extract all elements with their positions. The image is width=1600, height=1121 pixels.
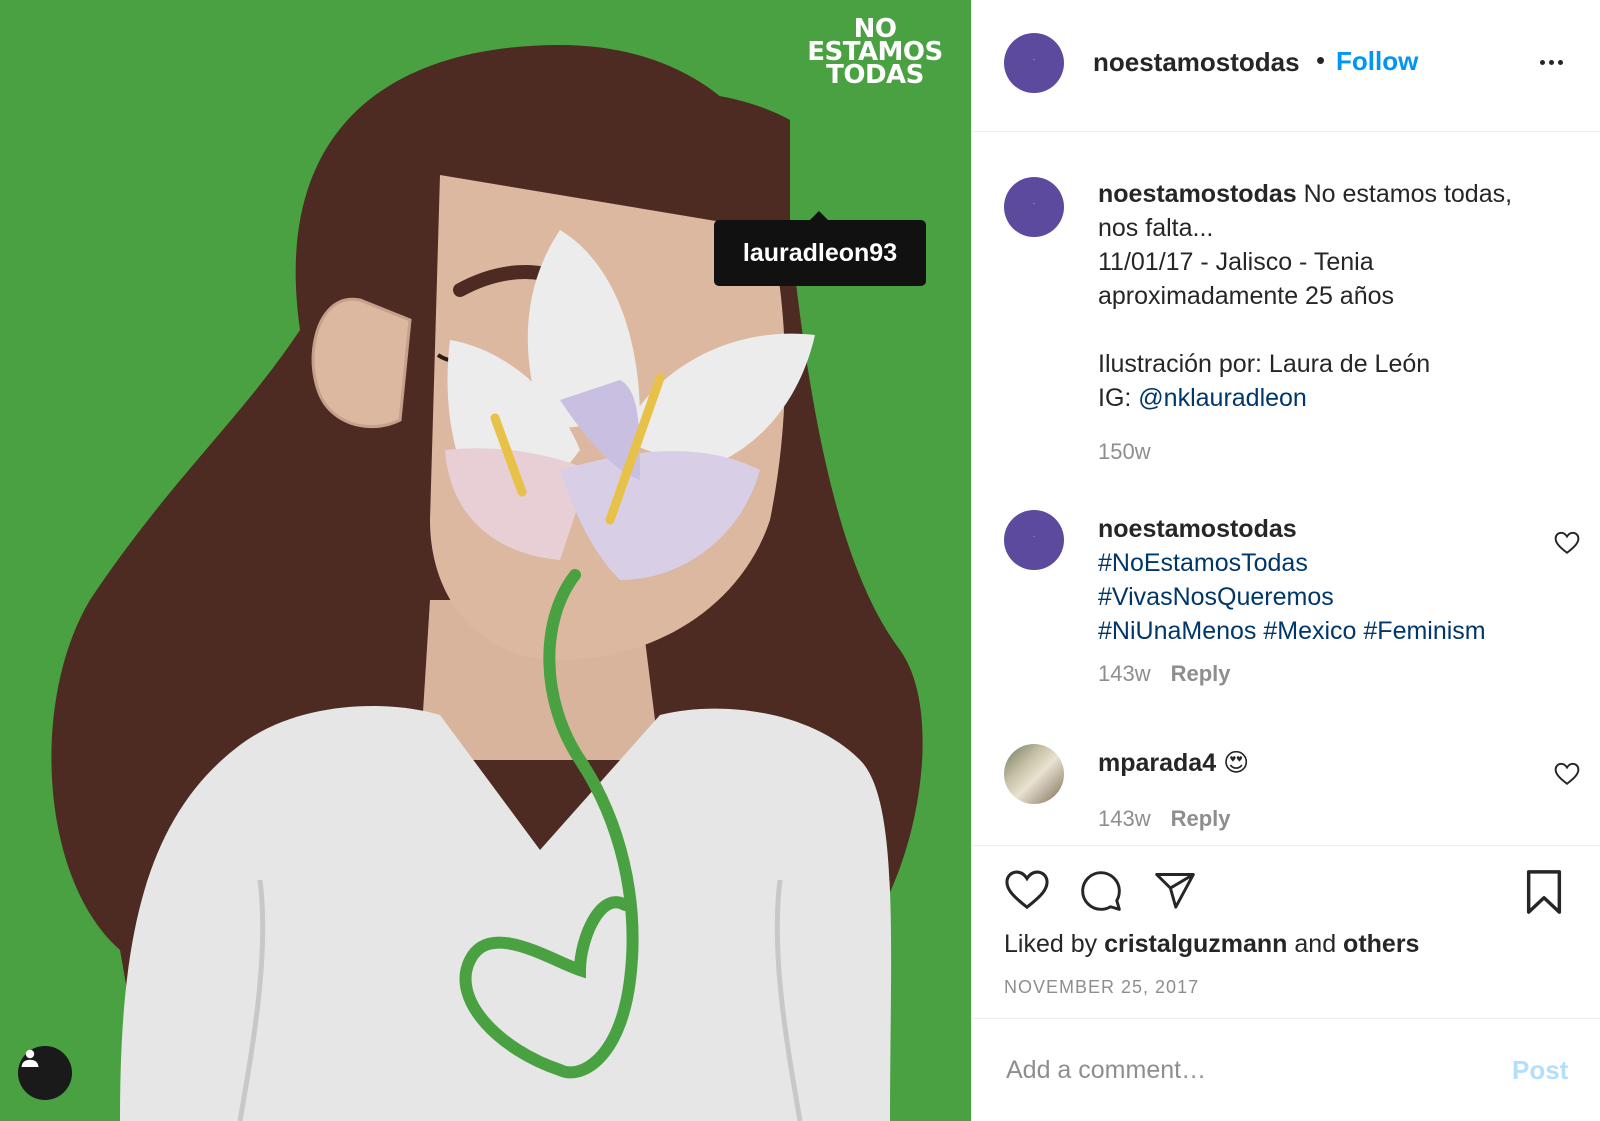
avatar[interactable] — [1004, 744, 1064, 804]
comment-meta: 143w Reply — [1098, 806, 1231, 832]
hashtag-line[interactable]: #NoEstamosTodas — [1098, 546, 1538, 580]
follow-button[interactable]: Follow — [1336, 46, 1418, 77]
share-paper-plane-icon[interactable] — [1152, 869, 1198, 913]
caption-line: nos falta... — [1098, 214, 1214, 242]
post-comment-button[interactable]: Post — [1512, 1055, 1568, 1086]
hashtag-line[interactable]: #NiUnaMenos #Mexico #Feminism — [1098, 614, 1538, 648]
tagged-users-button[interactable] — [18, 1046, 72, 1100]
and-label: and — [1287, 930, 1344, 958]
caption-text: noestamostodas No estamos todas, nos fal… — [1098, 177, 1578, 415]
save-bookmark-icon[interactable] — [1524, 869, 1564, 915]
header-username[interactable]: noestamostodas — [1093, 47, 1300, 78]
post-date[interactable]: NOVEMBER 25, 2017 — [1004, 977, 1199, 998]
likes-summary: Liked by cristalguzmann and others — [1004, 930, 1419, 959]
user-tag-tooltip[interactable]: lauradleon93 — [714, 211, 926, 286]
user-tag-label: lauradleon93 — [742, 238, 898, 267]
ig-handle-link[interactable]: @nklauradleon — [1138, 384, 1307, 412]
like-comment-heart-icon[interactable] — [1554, 531, 1580, 555]
avatar[interactable]: · — [1004, 33, 1064, 93]
caption-line: aproximadamente 25 años — [1098, 282, 1395, 310]
emoji: 😍 — [1223, 749, 1250, 777]
like-comment-heart-icon[interactable] — [1554, 762, 1580, 786]
caption-line: No estamos todas, — [1296, 180, 1513, 208]
reply-button[interactable]: Reply — [1171, 661, 1231, 686]
comment-body: noestamostodas #NoEstamosTodas #VivasNos… — [1098, 512, 1538, 648]
caption-username[interactable]: noestamostodas — [1098, 180, 1297, 208]
comment-meta: 143w Reply — [1098, 661, 1231, 687]
post-header: · noestamostodas • Follow — [972, 0, 1600, 132]
avatar[interactable]: · — [1004, 177, 1064, 237]
hashtag-line[interactable]: #VivasNosQueremos — [1098, 580, 1538, 614]
comment-bubble-icon[interactable] — [1078, 869, 1124, 913]
logo-line-3: TODAS — [826, 60, 924, 90]
separator-dot: • — [1316, 45, 1326, 75]
add-comment-section: Post — [972, 1018, 1600, 1121]
person-icon — [21, 1049, 39, 1067]
liked-by-prefix: Liked by — [1004, 930, 1105, 958]
like-heart-icon[interactable] — [1004, 869, 1050, 911]
comment-username[interactable]: mparada4 — [1098, 749, 1216, 777]
liked-by-user[interactable]: cristalguzmann — [1104, 930, 1287, 958]
illustration — [0, 0, 971, 1121]
comment-timestamp[interactable]: 143w — [1098, 806, 1151, 831]
post-image[interactable]: NO ESTAMOS TODAS lauradleon93 — [0, 0, 971, 1121]
reply-button[interactable]: Reply — [1171, 806, 1231, 831]
illustrator-line: Ilustración por: Laura de León — [1098, 350, 1431, 378]
avatar[interactable]: · — [1004, 510, 1064, 570]
others-link[interactable]: others — [1343, 930, 1419, 958]
comment-timestamp[interactable]: 143w — [1098, 661, 1151, 686]
comment-username[interactable]: noestamostodas — [1098, 515, 1297, 543]
brand-logo: NO ESTAMOS TODAS — [790, 16, 960, 90]
ig-prefix: IG: — [1098, 384, 1139, 412]
caption-timestamp[interactable]: 150w — [1098, 439, 1151, 465]
action-bar — [972, 845, 1600, 916]
more-options-icon[interactable] — [1540, 52, 1576, 72]
post-side-panel: · noestamostodas • Follow · noestamostod… — [971, 0, 1600, 1121]
comment-body: mparada4 😍 — [1098, 746, 1538, 780]
comment-input[interactable] — [1004, 1049, 1488, 1091]
caption-line: 11/01/17 - Jalisco - Tenia — [1098, 248, 1374, 276]
